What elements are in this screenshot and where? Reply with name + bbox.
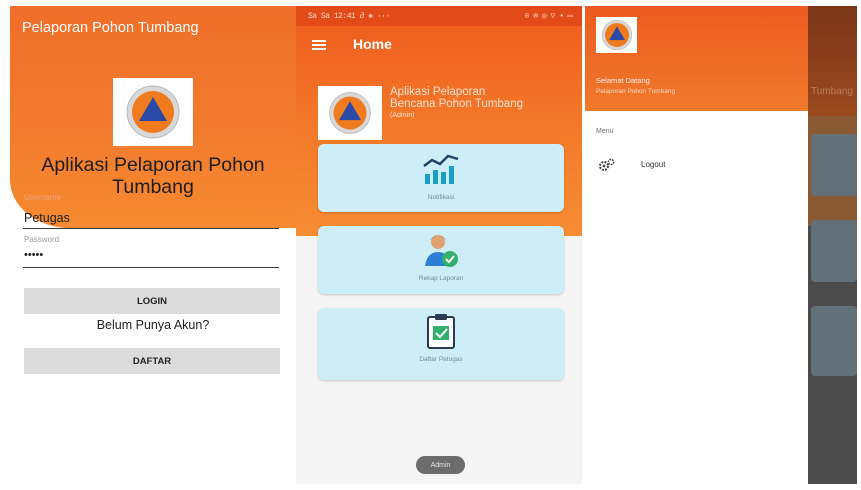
login-app-bar-title: Pelaporan Pohon Tumbang <box>22 20 199 36</box>
login-app-title-line1: Aplikasi Pelaporan Pohon <box>41 154 265 176</box>
bnpb-logo-icon <box>329 92 371 134</box>
home-app-title-line2: Bencana Pohon Tumbang <box>390 98 523 110</box>
card-label-daftar-petugas: Daftar Petugas <box>419 356 463 363</box>
password-label: Password <box>24 235 60 244</box>
home-app-title: Aplikasi Pelaporan Bencana Pohon Tumbang <box>390 86 523 110</box>
home-role: (Admin) <box>390 112 415 119</box>
card-label-notifikasi: Notifikasi <box>427 194 455 201</box>
card-daftar-petugas[interactable]: Daftar Petugas <box>318 308 564 380</box>
dimmed-header <box>808 6 857 116</box>
username-input[interactable]: Petugas <box>24 211 70 225</box>
bnpb-logo-icon <box>126 85 180 139</box>
drawer-subtitle: Pelaporan Pohon Tumbang <box>596 88 676 95</box>
username-label: Username <box>24 193 61 202</box>
dimmed-card <box>811 134 857 196</box>
user-check-icon <box>425 235 458 267</box>
drawer-welcome: Selamat Datang <box>596 76 650 85</box>
dimmed-title-fragment: Tumbang <box>811 86 853 97</box>
stage: Pelaporan Pohon Tumbang Aplikasi Pelapor… <box>0 0 861 490</box>
drawer-item-logout-label: Logout <box>641 160 666 169</box>
navigation-drawer: Selamat Datang Pelaporan Pohon Tumbang M… <box>585 6 808 484</box>
no-account-link[interactable]: Belum Punya Akun? <box>10 318 296 332</box>
dimmed-card <box>811 220 857 282</box>
bnpb-logo <box>318 86 382 140</box>
login-screen: Pelaporan Pohon Tumbang Aplikasi Pelapor… <box>10 6 296 484</box>
logout-gears-icon <box>599 158 615 171</box>
username-underline <box>23 228 279 229</box>
clipboard-check-icon <box>427 314 455 349</box>
status-right: ⊙ ⊗ ◎ ▽ • ▭ <box>524 12 573 21</box>
menu-icon[interactable] <box>312 40 326 50</box>
drawer-menu-label: Menu <box>596 128 614 135</box>
home-title: Home <box>353 36 392 52</box>
admin-pill: Admin <box>416 456 465 474</box>
password-input[interactable]: ••••• <box>24 249 43 261</box>
bnpb-logo <box>596 17 637 53</box>
status-bar: Sa Sa 12:41 ∂ ◈ ··· ⊙ ⊗ ◎ ▽ • ▭ <box>296 6 582 26</box>
login-button[interactable]: LOGIN <box>24 288 280 314</box>
drawer-item-logout[interactable]: Logout <box>596 156 796 176</box>
card-label-rekap-laporan: Rekap Laporan <box>418 275 464 282</box>
drawer-screen: Tumbang Selamat Datang Pelaporan Pohon T… <box>585 6 857 484</box>
status-left: Sa Sa 12:41 ∂ ◈ ··· <box>308 12 390 21</box>
home-app-title-line1: Aplikasi Pelaporan <box>390 86 486 98</box>
dimmed-card <box>811 306 857 376</box>
home-screen: Sa Sa 12:41 ∂ ◈ ··· ⊙ ⊗ ◎ ▽ • ▭ Home Apl… <box>296 6 582 484</box>
chart-icon <box>423 154 459 184</box>
card-notifikasi[interactable]: Notifikasi <box>318 144 564 212</box>
password-underline <box>23 267 279 268</box>
register-button[interactable]: DAFTAR <box>24 348 280 374</box>
bnpb-logo-icon <box>601 19 632 51</box>
card-rekap-laporan[interactable]: Rekap Laporan <box>318 226 564 294</box>
bnpb-logo <box>113 78 193 146</box>
